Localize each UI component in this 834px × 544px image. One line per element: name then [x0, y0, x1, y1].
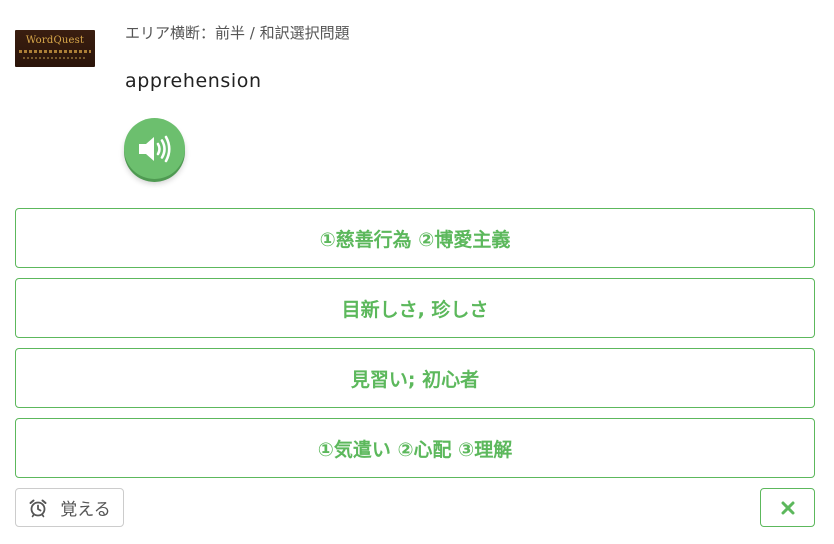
choice-button-4[interactable]: ①気遣い ②心配 ③理解: [15, 418, 815, 478]
logo-tagline-decoration: [19, 50, 91, 53]
choice-button-1[interactable]: ①慈善行為 ②博愛主義: [15, 208, 815, 268]
close-button[interactable]: [760, 488, 815, 527]
remember-button[interactable]: 覚える: [15, 488, 124, 527]
breadcrumb: エリア横断：前半 / 和訳選択問題: [125, 24, 350, 42]
remember-label: 覚える: [60, 500, 111, 520]
alarm-clock-icon: [29, 499, 47, 517]
choice-button-3[interactable]: 見習い; 初心者: [15, 348, 815, 408]
logo-text: WordQuest: [25, 35, 85, 46]
logo-subtagline-decoration: [23, 57, 87, 59]
close-icon: [781, 501, 794, 514]
choice-button-2[interactable]: 目新しさ, 珍しさ: [15, 278, 815, 338]
play-audio-button[interactable]: [124, 118, 185, 179]
question-word: apprehension: [125, 70, 262, 92]
quiz-page: WordQuest エリア横断：前半 / 和訳選択問題 apprehension…: [0, 0, 834, 544]
speaker-volume-icon: [138, 135, 171, 162]
answer-choices: ①慈善行為 ②博愛主義 目新しさ, 珍しさ 見習い; 初心者 ①気遣い ②心配 …: [15, 208, 815, 488]
wordquest-logo: WordQuest: [15, 30, 95, 67]
